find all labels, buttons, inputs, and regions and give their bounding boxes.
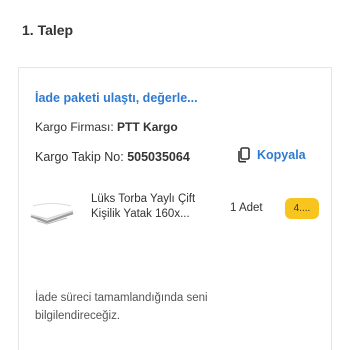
return-notice: İade süreci tamamlandığında seni bilgile… bbox=[35, 292, 208, 322]
price-badge: 4.... bbox=[285, 198, 319, 219]
product-row[interactable]: Lüks Torba Yaylı Çift Kişilik Yatak 160x… bbox=[19, 188, 333, 238]
copy-icon bbox=[237, 147, 251, 163]
tracking-number-line: Kargo Takip No: 505035064 bbox=[35, 150, 190, 164]
section-title: 1. Talep bbox=[22, 22, 74, 38]
return-status-link[interactable]: İade paketi ulaştı, değerle... bbox=[35, 91, 198, 105]
return-card: İade paketi ulaştı, değerle... Kargo Fir… bbox=[18, 67, 332, 350]
cargo-firm-label: Kargo Firması: bbox=[35, 120, 114, 134]
copy-tracking-button[interactable]: Kopyala bbox=[237, 147, 306, 163]
product-quantity: 1 Adet bbox=[230, 202, 263, 214]
tracking-number: 505035064 bbox=[127, 150, 190, 164]
product-name: Lüks Torba Yaylı Çift Kişilik Yatak 160x… bbox=[91, 193, 196, 220]
copy-label: Kopyala bbox=[257, 148, 306, 162]
product-image bbox=[27, 196, 77, 226]
cargo-firm-value: PTT Kargo bbox=[117, 120, 178, 134]
cargo-firm-line: Kargo Firması: PTT Kargo bbox=[35, 120, 178, 134]
tracking-label: Kargo Takip No: bbox=[35, 150, 124, 164]
